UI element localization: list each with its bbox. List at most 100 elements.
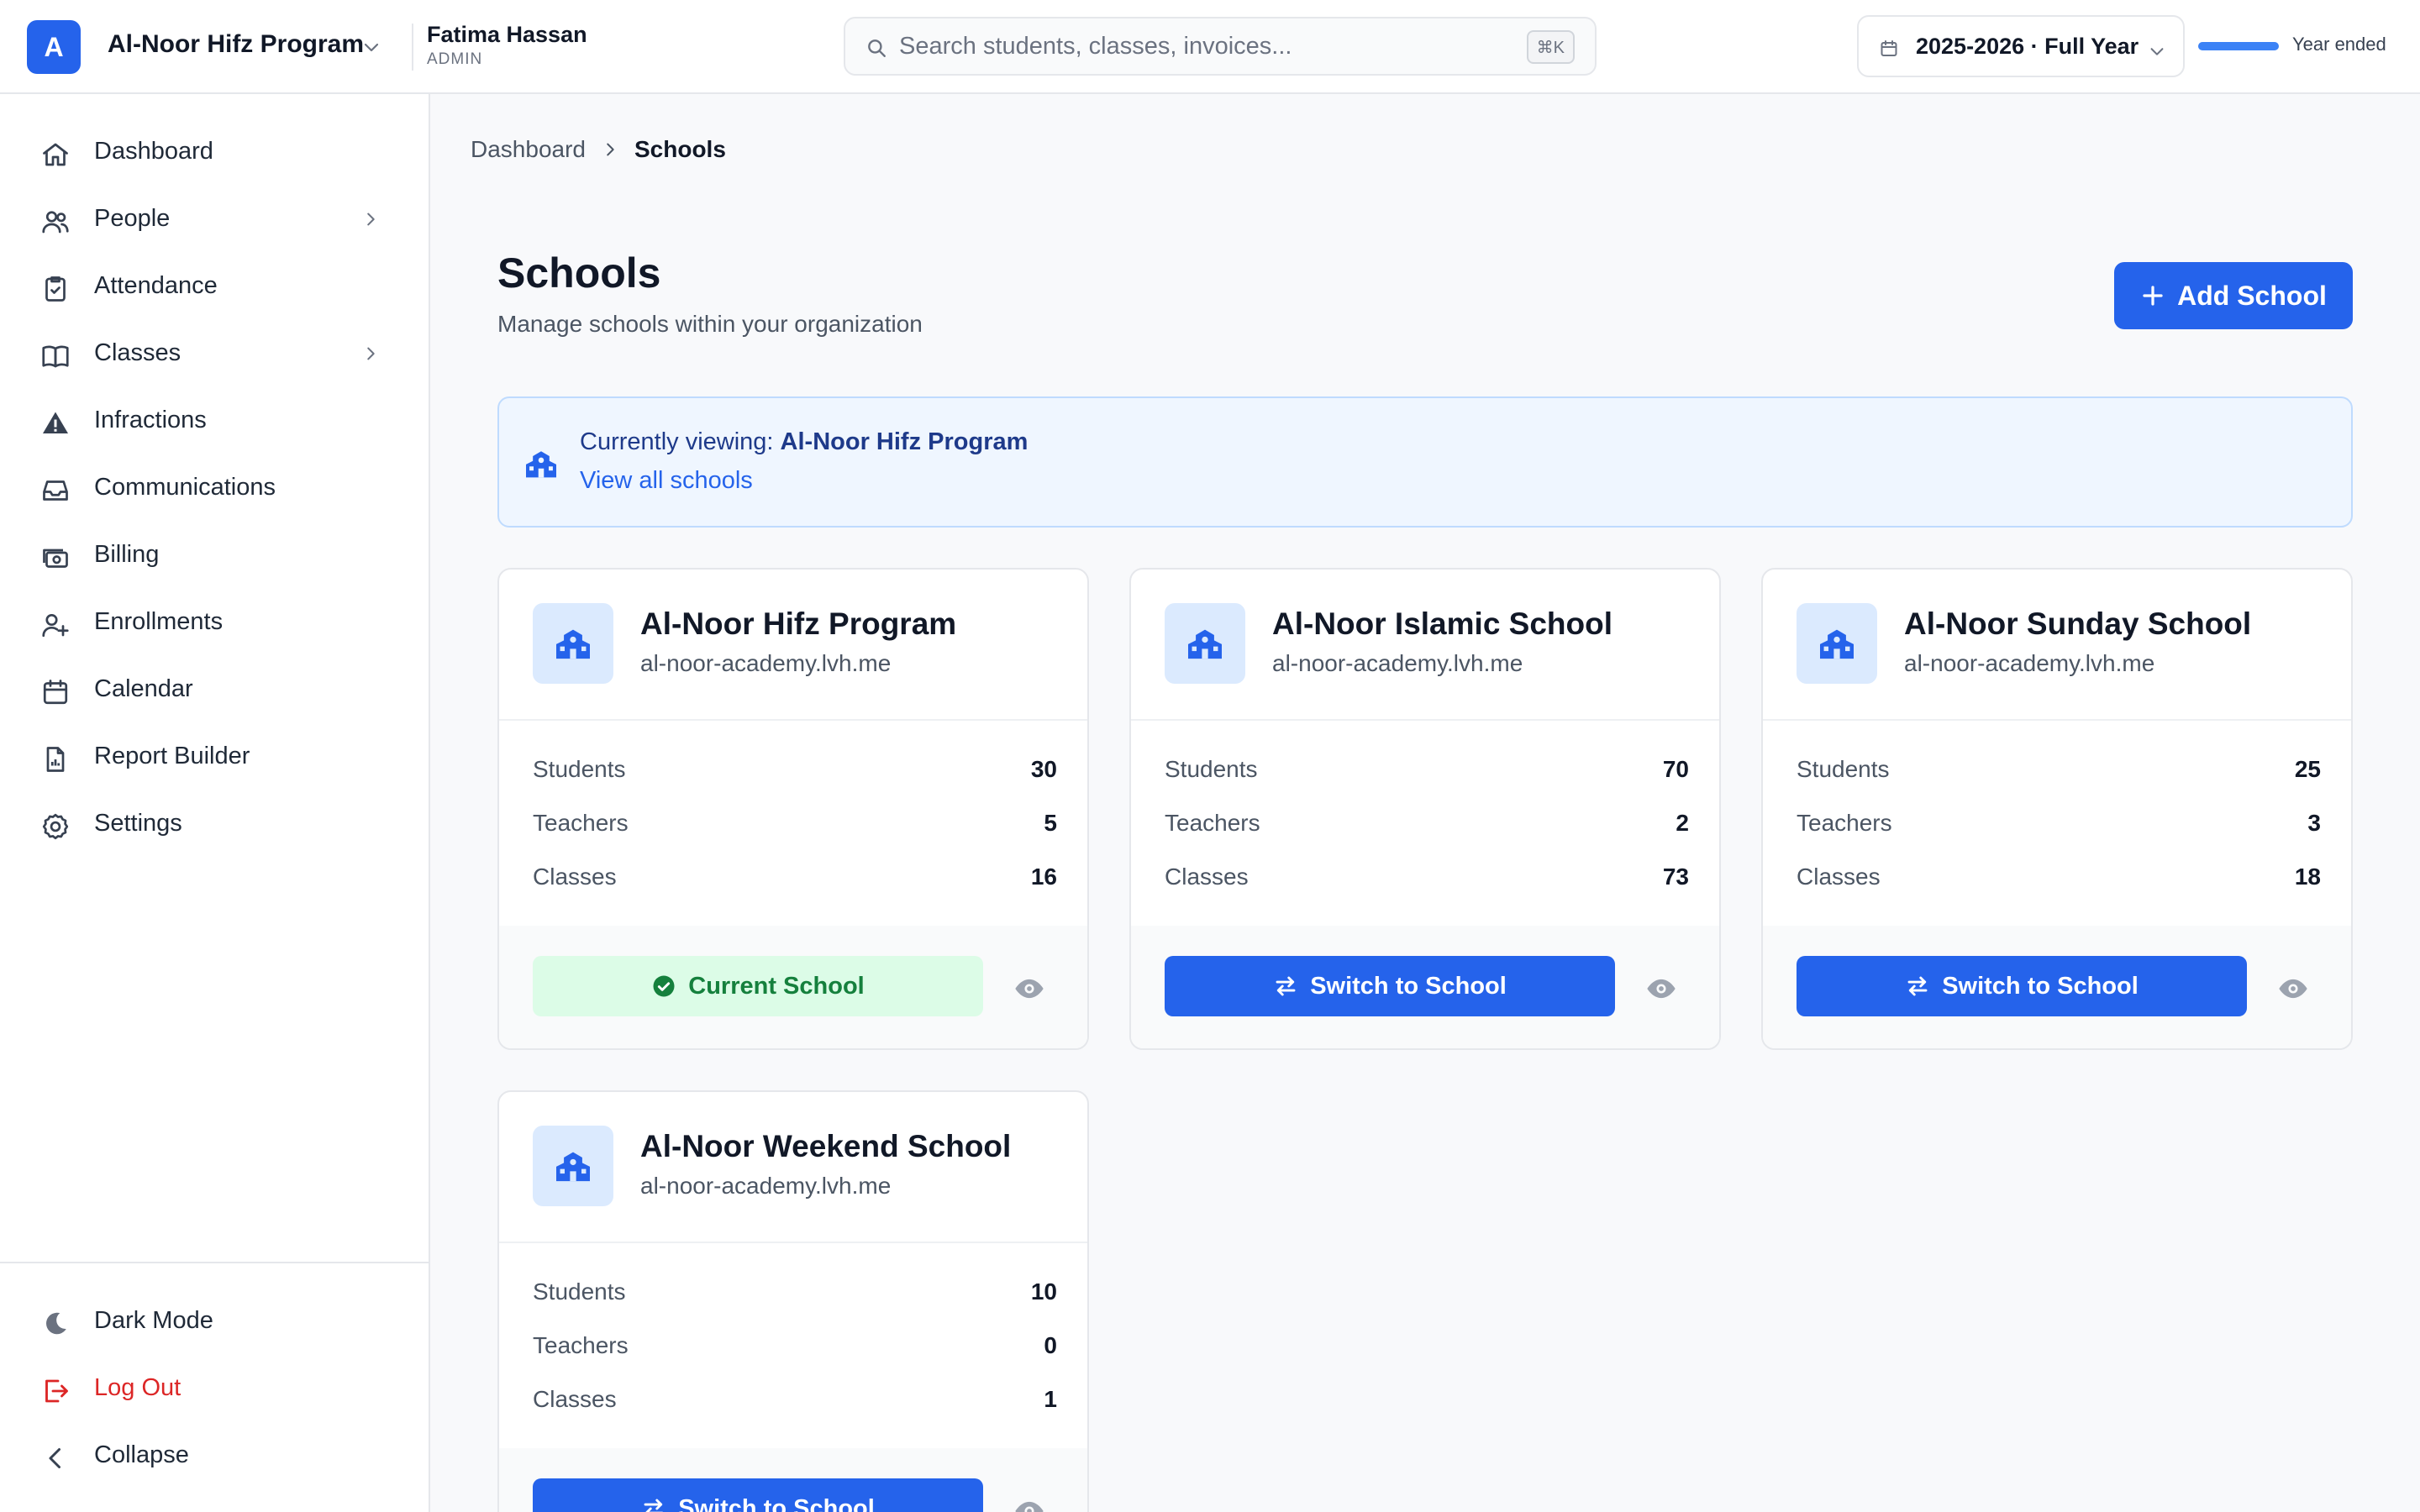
view-all-schools-link[interactable]: View all schools — [580, 467, 753, 495]
stat-value: 0 — [1044, 1332, 1057, 1358]
stat-classes: Classes 16 — [533, 864, 1057, 890]
switch-to-school-button[interactable]: Switch to School — [1797, 956, 2247, 1016]
top-bar: A Al-Noor Hifz Program Fatima Hassan ADM… — [0, 0, 2420, 94]
stat-value: 16 — [1030, 864, 1057, 890]
sidebar-item-enrollments[interactable]: Enrollments — [17, 593, 413, 650]
stat-students: Students 30 — [533, 756, 1057, 783]
school-card-header: Al-Noor Islamic School al-noor-academy.l… — [1131, 570, 1719, 721]
chevron-left-icon — [40, 1443, 71, 1473]
school-icon — [524, 449, 558, 479]
stat-label: Teachers — [1165, 810, 1260, 836]
dark-mode-toggle[interactable]: Dark Mode — [17, 1292, 413, 1349]
money-icon — [40, 543, 71, 573]
stat-students: Students 10 — [533, 1278, 1057, 1305]
stat-value: 70 — [1662, 756, 1689, 782]
eye-icon[interactable] — [1645, 973, 1677, 1005]
sidebar-item-label: Attendance — [94, 271, 218, 299]
sidebar-item-billing[interactable]: Billing — [17, 526, 413, 583]
search-shortcut: ⌘K — [1526, 30, 1575, 64]
sidebar-item-calendar[interactable]: Calendar — [17, 660, 413, 717]
sidebar-item-infractions[interactable]: Infractions — [17, 391, 413, 449]
stat-value: 3 — [2307, 810, 2321, 836]
sidebar-item-communications[interactable]: Communications — [17, 459, 413, 516]
school-domain: al-noor-academy.lvh.me — [640, 650, 892, 676]
eye-icon[interactable] — [1013, 973, 1045, 1005]
user-name: Fatima Hassan — [427, 22, 587, 47]
school-icon — [1165, 603, 1245, 684]
search-input[interactable] — [899, 27, 1504, 66]
year-progress-bar — [2198, 42, 2279, 50]
stat-students: Students 25 — [1797, 756, 2321, 783]
stat-label: Classes — [1797, 864, 1881, 890]
banner-prefix: Currently viewing: — [580, 428, 774, 455]
academic-year-select[interactable]: 2025-2026 · Full Year — [1857, 15, 2185, 77]
calendar-icon — [1879, 39, 1899, 59]
home-icon — [40, 139, 71, 170]
sidebar-item-dashboard[interactable]: Dashboard — [17, 123, 413, 180]
sidebar-item-label: Calendar — [94, 675, 193, 702]
user-role: ADMIN — [427, 50, 483, 68]
sidebar-item-attendance[interactable]: Attendance — [17, 257, 413, 314]
school-card: Al-Noor Sunday School al-noor-academy.lv… — [1761, 568, 2353, 1050]
inbox-icon — [40, 475, 71, 506]
logout-button[interactable]: Log Out — [17, 1359, 413, 1416]
global-search[interactable]: ⌘K — [844, 17, 1597, 76]
stat-label: Teachers — [533, 810, 629, 836]
page-title: Schools — [497, 249, 661, 297]
school-name: Al-Noor Weekend School — [640, 1129, 1012, 1163]
current-school-label: Current School — [688, 972, 865, 1000]
switch-to-school-label: Switch to School — [1310, 972, 1507, 1000]
sidebar-item-label: Enrollments — [94, 607, 224, 635]
switch-to-school-label: Switch to School — [1942, 972, 2139, 1000]
banner-school-name: Al-Noor Hifz Program — [780, 428, 1028, 455]
school-icon — [533, 603, 613, 684]
switch-to-school-button[interactable]: Switch to School — [1165, 956, 1615, 1016]
school-card-header: Al-Noor Sunday School al-noor-academy.lv… — [1763, 570, 2351, 721]
sidebar-item-report-builder[interactable]: Report Builder — [17, 727, 413, 785]
stat-teachers: Teachers 5 — [533, 810, 1057, 837]
stat-teachers: Teachers 2 — [1165, 810, 1689, 837]
school-card-footer: Switch to School — [499, 1448, 1087, 1512]
chevron-right-icon — [361, 210, 380, 228]
stat-value: 10 — [1030, 1278, 1057, 1305]
school-card-header: Al-Noor Weekend School al-noor-academy.l… — [499, 1092, 1087, 1243]
eye-icon[interactable] — [1013, 1495, 1045, 1512]
add-school-button[interactable]: Add School — [2114, 262, 2353, 329]
chevron-down-icon[interactable] — [361, 37, 381, 57]
stat-label: Classes — [533, 1386, 617, 1412]
collapse-sidebar-button[interactable]: Collapse — [17, 1426, 413, 1483]
sidebar: Dashboard People Attendance Classes Infr… — [0, 94, 430, 1512]
sidebar-item-settings[interactable]: Settings — [17, 795, 413, 852]
org-avatar[interactable]: A — [27, 20, 81, 74]
sidebar-item-classes[interactable]: Classes — [17, 324, 413, 381]
sidebar-item-label: Billing — [94, 540, 160, 568]
school-name: Al-Noor Sunday School — [1904, 606, 2252, 641]
sidebar-item-label: Dashboard — [94, 137, 213, 165]
stat-value: 2 — [1676, 810, 1689, 836]
school-card: Al-Noor Islamic School al-noor-academy.l… — [1129, 568, 1721, 1050]
stat-classes: Classes 73 — [1165, 864, 1689, 890]
sidebar-item-label: Report Builder — [94, 742, 250, 769]
stat-label: Classes — [533, 864, 617, 890]
check-circle-icon — [651, 974, 676, 999]
stat-label: Students — [1165, 756, 1258, 782]
breadcrumb-current: Schools — [634, 136, 726, 162]
chevron-right-icon — [361, 344, 380, 363]
breadcrumb-dashboard-link[interactable]: Dashboard — [471, 136, 586, 163]
school-domain: al-noor-academy.lvh.me — [1904, 650, 2155, 676]
school-icon — [533, 1126, 613, 1206]
eye-icon[interactable] — [2277, 973, 2309, 1005]
collapse-label: Collapse — [94, 1441, 189, 1468]
year-status: Year ended — [2292, 34, 2386, 55]
warning-icon — [40, 408, 71, 438]
stat-value: 30 — [1030, 756, 1057, 782]
moon-icon — [40, 1309, 71, 1339]
users-icon — [40, 207, 71, 237]
book-icon — [40, 341, 71, 371]
switch-to-school-label: Switch to School — [678, 1494, 875, 1512]
sidebar-item-people[interactable]: People — [17, 190, 413, 247]
org-switcher[interactable]: Al-Noor Hifz Program — [108, 30, 364, 59]
school-domain: al-noor-academy.lvh.me — [640, 1173, 892, 1199]
gear-icon — [40, 811, 71, 842]
switch-to-school-button[interactable]: Switch to School — [533, 1478, 983, 1512]
